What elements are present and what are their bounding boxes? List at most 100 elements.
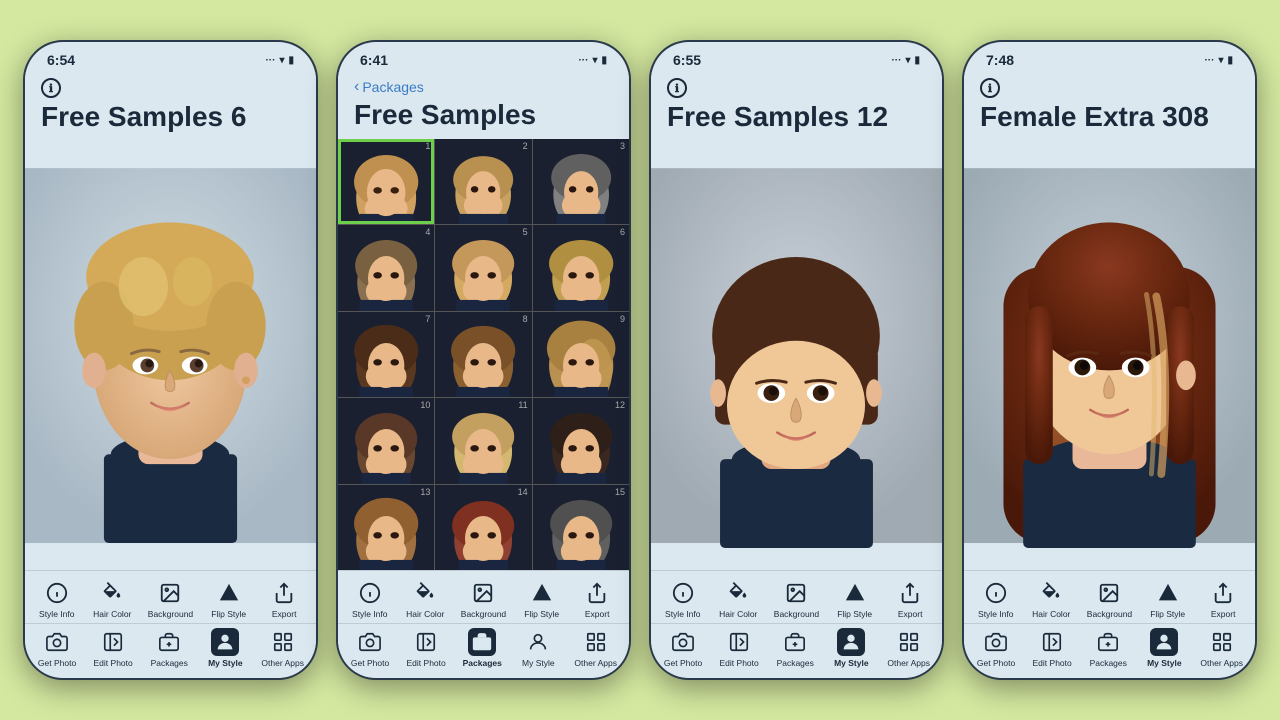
edit-photo-btn-1[interactable]: Edit Photo (93, 628, 133, 668)
toolbar-bottom-2: Get Photo Edit Photo Packages (338, 624, 629, 678)
time-1: 6:54 (47, 52, 75, 68)
grid-item-10[interactable]: 10 (338, 398, 434, 483)
packages-label-3: Packages (777, 658, 814, 668)
flip-style-btn-2[interactable]: Flip Style (522, 579, 562, 619)
style-info-btn-1[interactable]: Style Info (37, 579, 77, 619)
grid-item-7[interactable]: 7 (338, 312, 434, 397)
title-3: Free Samples 12 (667, 102, 926, 133)
get-photo-btn-2[interactable]: Get Photo (350, 628, 390, 668)
export-btn-2[interactable]: Export (577, 579, 617, 619)
back-chevron-icon: ‹ (354, 78, 359, 96)
grid-item-1[interactable]: 1 (338, 139, 434, 224)
other-apps-btn-1[interactable]: Other Apps (261, 628, 304, 668)
grid-item-3[interactable]: 3 (533, 139, 629, 224)
packages-btn-4[interactable]: Packages (1088, 628, 1128, 668)
my-style-btn-1[interactable]: My Style (205, 628, 245, 668)
toolbar-bottom-4: Get Photo Edit Photo Packages My Style (964, 624, 1255, 678)
wifi-icon-2: ▾ (592, 55, 597, 66)
export-icon-2 (583, 579, 611, 607)
background-btn-1[interactable]: Background (148, 579, 193, 619)
status-icons-2: ··· ▾ ▮ (578, 55, 607, 66)
export-btn-3[interactable]: Export (890, 579, 930, 619)
packages-btn-3[interactable]: Packages (775, 628, 815, 668)
background-icon-4 (1095, 579, 1123, 607)
grid-num-1: 1 (425, 141, 430, 151)
scissors-icon (99, 628, 127, 656)
background-btn-2[interactable]: Background (461, 579, 506, 619)
other-apps-btn-3[interactable]: Other Apps (887, 628, 930, 668)
style-info-btn-2[interactable]: Style Info (350, 579, 390, 619)
back-nav-2[interactable]: ‹ Packages (354, 78, 613, 96)
main-1 (25, 141, 316, 570)
background-label-3: Background (774, 609, 819, 619)
get-photo-btn-3[interactable]: Get Photo (663, 628, 703, 668)
grid-num-7: 7 (425, 314, 430, 324)
screen-1: ℹ Free Samples 6 (25, 72, 316, 678)
packages-btn-1[interactable]: Packages (149, 628, 189, 668)
toolbar-top-1: Style Info Hair Color Background (25, 571, 316, 624)
hair-color-btn-3[interactable]: Hair Color (718, 579, 758, 619)
grid-item-11[interactable]: 11 (435, 398, 531, 483)
hair-color-btn-2[interactable]: Hair Color (405, 579, 445, 619)
info-icon-3[interactable]: ℹ (667, 78, 687, 98)
edit-photo-btn-2[interactable]: Edit Photo (406, 628, 446, 668)
title-4: Female Extra 308 (980, 102, 1239, 133)
grid-item-2[interactable]: 2 (435, 139, 531, 224)
info-row-4: ℹ (980, 78, 1239, 98)
title-2: Free Samples (354, 100, 613, 131)
flip-style-btn-4[interactable]: Flip Style (1148, 579, 1188, 619)
grid-item-12[interactable]: 12 (533, 398, 629, 483)
other-apps-label-4: Other Apps (1200, 658, 1243, 668)
toolbar-bottom-3: Get Photo Edit Photo Packages My Style (651, 624, 942, 678)
flip-style-label: Flip Style (211, 609, 246, 619)
hair-color-btn-1[interactable]: Hair Color (92, 579, 132, 619)
paint-bucket-icon-2 (411, 579, 439, 607)
background-icon-3 (782, 579, 810, 607)
background-btn-3[interactable]: Background (774, 579, 819, 619)
wifi-icon-3: ▾ (905, 55, 910, 66)
grid-item-4[interactable]: 4 (338, 225, 434, 310)
edit-photo-btn-4[interactable]: Edit Photo (1032, 628, 1072, 668)
other-apps-btn-2[interactable]: Other Apps (574, 628, 617, 668)
grid-item-15[interactable]: 15 (533, 485, 629, 570)
get-photo-label-4: Get Photo (977, 658, 1015, 668)
export-btn-1[interactable]: Export (264, 579, 304, 619)
background-label-2: Background (461, 609, 506, 619)
person-icon-active (211, 628, 239, 656)
background-btn-4[interactable]: Background (1087, 579, 1132, 619)
signal-dots-icon-3: ··· (891, 55, 901, 66)
camera-icon-3 (669, 628, 697, 656)
hair-color-btn-4[interactable]: Hair Color (1031, 579, 1071, 619)
phone-3: 6:55 ··· ▾ ▮ ℹ Free Samples 12 (649, 40, 944, 680)
grid-thumb-2 (435, 139, 531, 224)
grid-item-6[interactable]: 6 (533, 225, 629, 310)
grid-thumb-3 (533, 139, 629, 224)
get-photo-btn-4[interactable]: Get Photo (976, 628, 1016, 668)
phone-1: 6:54 ··· ▾ ▮ ℹ Free Samples 6 (23, 40, 318, 680)
style-info-btn-3[interactable]: Style Info (663, 579, 703, 619)
grid-item-14[interactable]: 14 (435, 485, 531, 570)
packages-btn-2[interactable]: Packages (462, 628, 502, 668)
export-btn-4[interactable]: Export (1203, 579, 1243, 619)
info-icon-4[interactable]: ℹ (980, 78, 1000, 98)
toolbar-top-4: Style Info Hair Color Background Flip St… (964, 571, 1255, 624)
other-apps-btn-4[interactable]: Other Apps (1200, 628, 1243, 668)
toolbar-2: Style Info Hair Color Background (338, 570, 629, 678)
edit-photo-btn-3[interactable]: Edit Photo (719, 628, 759, 668)
info-icon-1[interactable]: ℹ (41, 78, 61, 98)
my-style-btn-4[interactable]: My Style (1144, 628, 1184, 668)
grid-item-13[interactable]: 13 (338, 485, 434, 570)
style-info-btn-4[interactable]: Style Info (976, 579, 1016, 619)
grid-num-4: 4 (425, 227, 430, 237)
flip-style-btn-1[interactable]: Flip Style (209, 579, 249, 619)
flip-style-btn-3[interactable]: Flip Style (835, 579, 875, 619)
my-style-btn-3[interactable]: My Style (831, 628, 871, 668)
grid-item-5[interactable]: 5 (435, 225, 531, 310)
grid-item-8[interactable]: 8 (435, 312, 531, 397)
toolbar-4: Style Info Hair Color Background Flip St… (964, 570, 1255, 678)
grid-num-10: 10 (420, 400, 430, 410)
grid-item-9[interactable]: 9 (533, 312, 629, 397)
get-photo-btn-1[interactable]: Get Photo (37, 628, 77, 668)
my-style-btn-2[interactable]: My Style (518, 628, 558, 668)
wifi-icon-4: ▾ (1218, 55, 1223, 66)
